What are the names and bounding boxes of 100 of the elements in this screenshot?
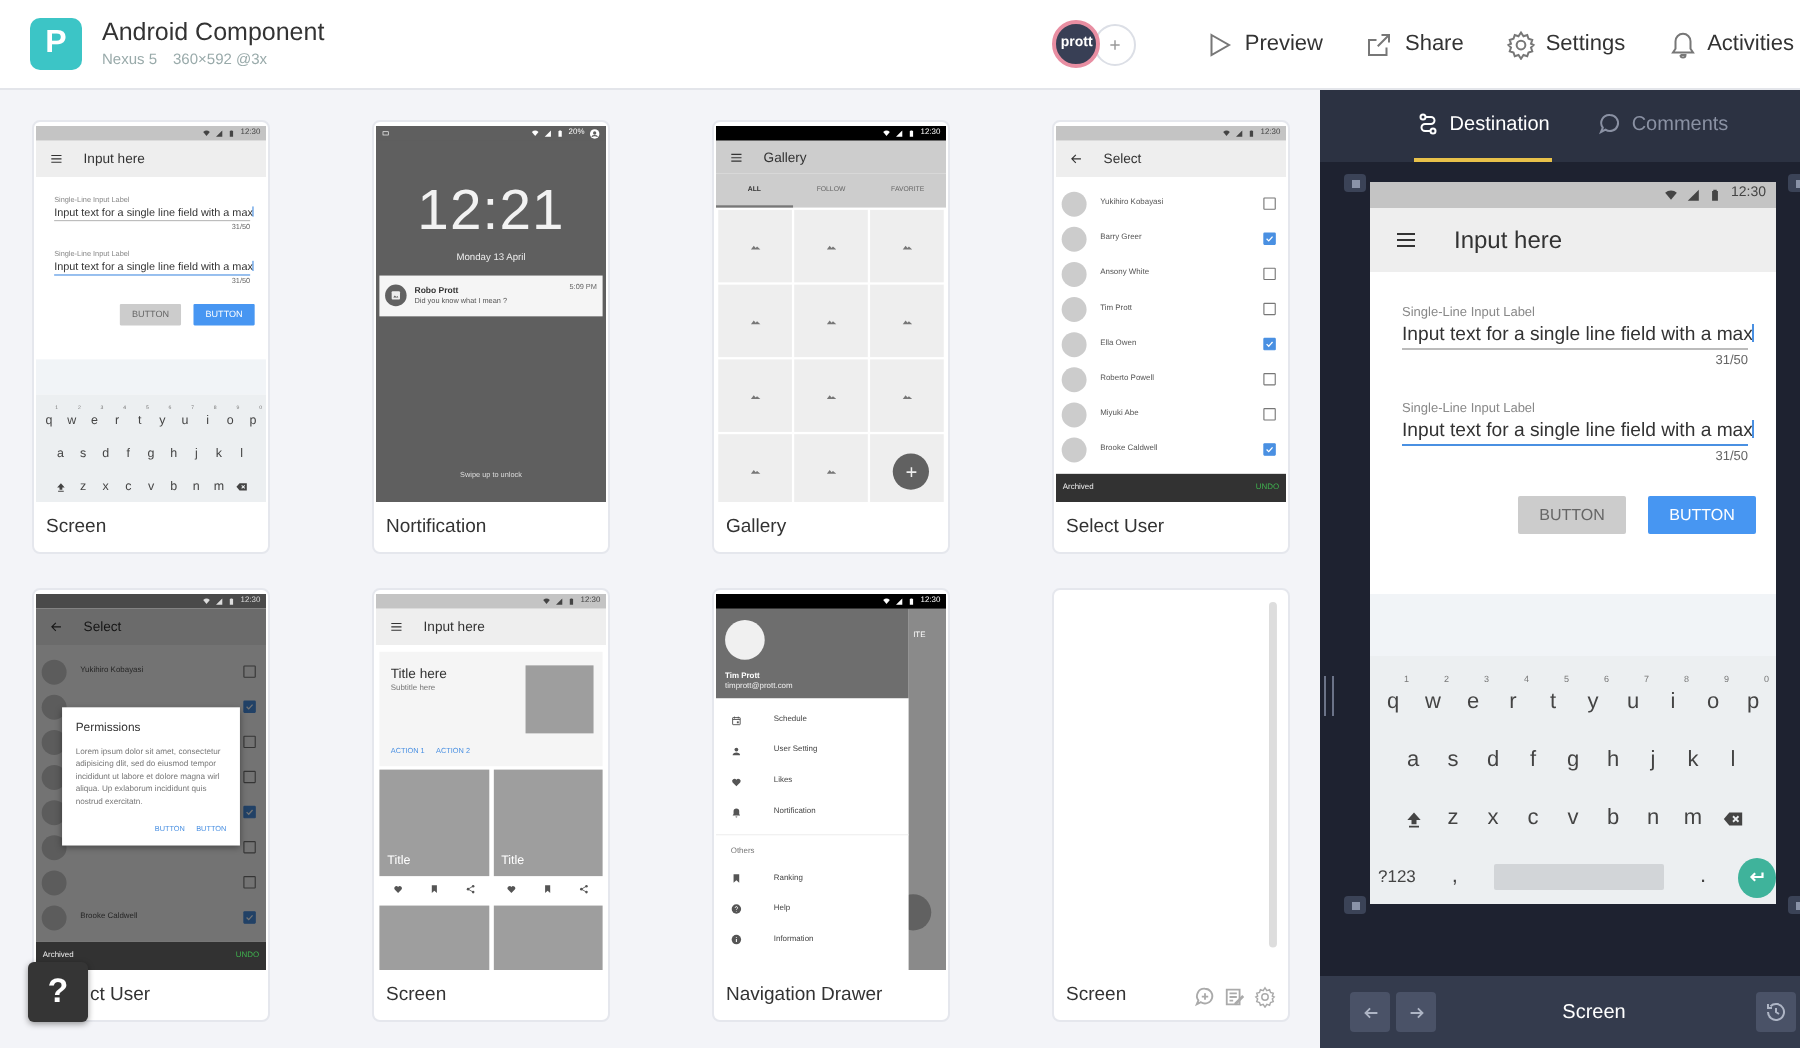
avatar [1061,437,1087,462]
keyboard-key[interactable]: z [1433,795,1473,843]
checkbox[interactable] [243,911,256,924]
keyboard-key[interactable]: f [1513,737,1553,785]
share-icon [1364,29,1395,59]
checkbox[interactable] [243,770,256,784]
toolbar-button[interactable]: Share [1364,27,1464,61]
bell-icon [730,806,743,818]
screen-name: Select User [1066,513,1165,542]
drag-handle[interactable] [1324,676,1334,716]
keyboard-key[interactable]: , [1435,853,1474,901]
avatar [1061,331,1087,357]
keyboard-key[interactable]: ?123 [1370,853,1424,901]
edit-icon[interactable] [1224,985,1246,1007]
input-field[interactable]: Input text for a single line field with a max [1402,418,1748,446]
checkbox[interactable] [1263,302,1276,316]
toolbar-button[interactable]: Preview [1204,27,1323,61]
screen-card[interactable] [32,588,270,1022]
keyboard-key[interactable]: l [1713,737,1753,785]
info-icon [730,933,743,946]
wifi-icon [883,129,891,138]
image-placeholder [493,905,603,970]
wifi-icon [531,129,540,138]
resize-handle[interactable] [1344,896,1366,914]
heart-icon[interactable] [392,883,403,894]
wifi-icon [203,597,211,606]
battery-icon [908,597,916,606]
settings-icon[interactable] [1254,985,1276,1007]
screen-card[interactable]: Screen [1052,588,1290,1022]
resize-handle[interactable] [1344,174,1366,192]
avatar [1061,261,1087,287]
keyboard-key[interactable]: h [1593,737,1633,785]
mountain-icon [901,240,913,252]
checkbox[interactable] [1263,443,1276,456]
keyboard-key[interactable]: x [1473,795,1513,843]
bookmark-icon[interactable] [428,883,440,894]
battery-icon [556,129,565,138]
keyboard-key[interactable]: s [1433,737,1473,785]
tab[interactable]: Destination [1413,90,1552,162]
signal-icon [1686,188,1701,202]
shift-icon [1403,809,1423,829]
heart-icon[interactable] [506,883,517,894]
checkbox[interactable] [1263,232,1276,245]
mountain-icon [825,240,837,252]
battery-icon [228,597,236,606]
settings-icon [1505,29,1536,59]
toolbar-button[interactable]: Settings [1505,27,1626,61]
keyboard-key[interactable]: . [1683,853,1722,901]
image-icon [389,289,403,302]
enter-key[interactable] [1737,857,1776,897]
add-comment-icon[interactable] [1194,985,1216,1007]
keyboard-key[interactable]: g [1553,737,1593,785]
keyboard-key[interactable]: n [1633,795,1673,843]
avatar [41,834,67,860]
screen-name: Screen [386,981,447,1010]
share-icon[interactable] [465,883,476,894]
previous-button[interactable] [1350,992,1390,1032]
screen-name: Screen [1066,981,1127,1010]
screen-name: Nortification [386,513,487,542]
next-button[interactable] [1396,992,1436,1032]
mountain-icon [901,390,913,402]
checkbox[interactable] [243,805,256,819]
keyboard-key[interactable]: b [1593,795,1633,843]
battery-icon [1248,129,1256,138]
input-field[interactable]: Input text for a single line field with a max [1402,322,1748,350]
mountain-icon [749,315,761,327]
plus-icon [1108,35,1123,53]
wifi-icon [543,597,551,606]
avatar [1061,226,1087,252]
history-button[interactable] [1756,992,1796,1032]
battery-icon [1708,188,1723,202]
checkbox[interactable] [1263,337,1276,351]
mountain-icon [901,315,913,327]
bookmark-icon[interactable] [542,883,553,894]
screen-name: ct User [90,981,151,1010]
mountain-icon [749,390,761,402]
account-icon [589,127,601,140]
signal-icon [543,129,552,138]
bell-icon [1667,29,1698,59]
clock-time: 12:21 [415,181,567,239]
share-icon[interactable] [579,883,590,894]
keyboard-key[interactable]: d [1473,737,1513,785]
keyboard-key[interactable]: a [1393,737,1433,785]
tab[interactable]: Comments [1595,90,1731,162]
mountain-icon [825,464,837,477]
keyboard-key[interactable]: c [1513,795,1553,843]
avatar [1061,296,1087,322]
keyboard-key[interactable]: j [1633,737,1673,785]
keyboard-key[interactable]: k [1673,737,1713,785]
add-member-button[interactable] [1094,23,1137,65]
backspace-icon [1722,808,1744,830]
checkbox[interactable] [243,700,256,713]
menu-icon[interactable] [1394,228,1418,252]
mountain-icon [749,240,761,252]
keyboard-key[interactable]: m [1673,795,1713,843]
toolbar-button[interactable]: Activities [1667,27,1794,61]
scrollbar[interactable] [1269,601,1277,948]
keyboard-key[interactable]: v [1553,795,1593,843]
avatar [41,694,67,720]
help-button[interactable]: ? [28,962,88,1022]
